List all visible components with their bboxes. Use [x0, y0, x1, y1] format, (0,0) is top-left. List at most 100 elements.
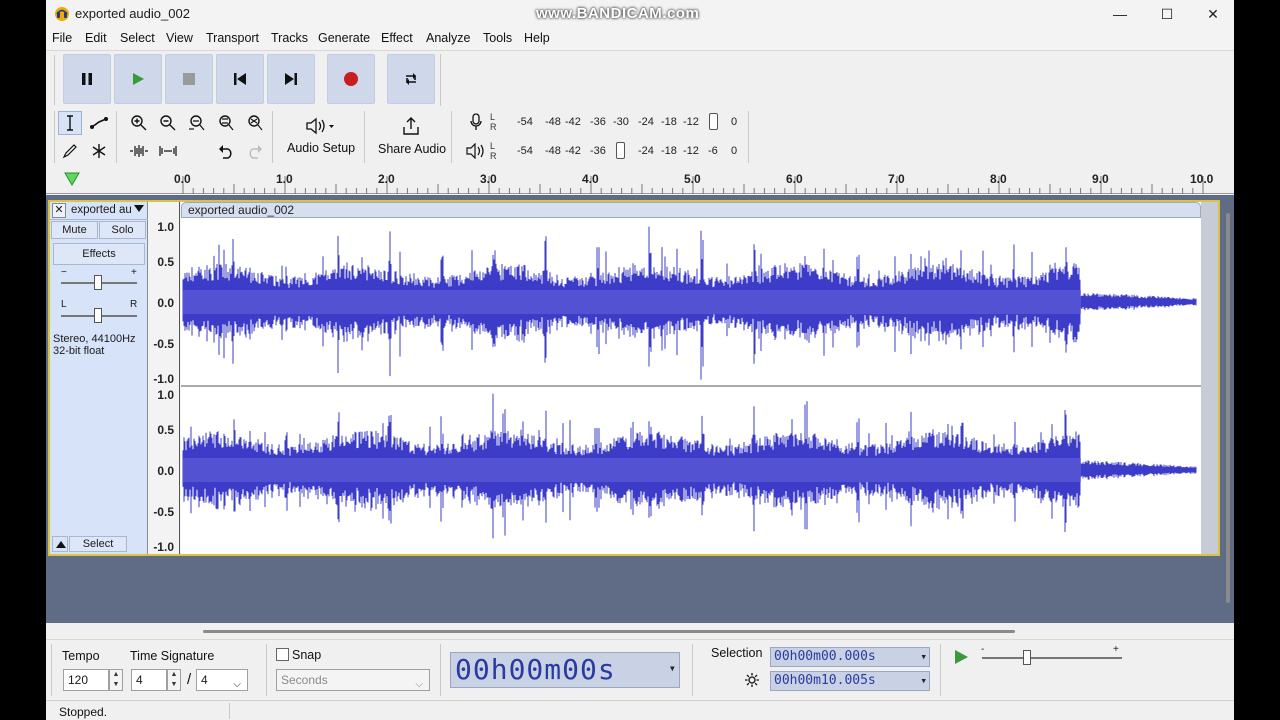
loop-button[interactable] [387, 54, 435, 104]
collapse-track-button[interactable] [52, 536, 68, 552]
menu-select[interactable]: Select [120, 31, 155, 45]
numerator-stepper[interactable]: ▲ ▼ [167, 669, 181, 691]
waveform-rms [183, 290, 1081, 314]
skip-to-start-button[interactable] [216, 54, 264, 104]
fit-selection-button[interactable] [185, 111, 209, 135]
time-display[interactable]: 00h00m00s ▾ [450, 652, 680, 688]
waveform-area[interactable]: exported audio_002 [181, 202, 1218, 554]
tempo-input[interactable]: 120 [63, 669, 109, 691]
menu-tracks[interactable]: Tracks [271, 31, 308, 45]
undo-button[interactable] [214, 139, 238, 163]
redo-button[interactable] [243, 139, 267, 163]
snap-checkbox[interactable] [276, 648, 289, 661]
solo-label: Solo [111, 224, 134, 236]
horizontal-scrollbar[interactable] [46, 623, 1234, 639]
time-signature-denominator[interactable]: 4 ⌵ [196, 669, 248, 691]
close-button[interactable]: ✕ [1190, 0, 1234, 28]
play-head-icon [64, 172, 80, 186]
gain-minus-label: − [61, 267, 67, 278]
chevron-down-icon: ▾ [920, 650, 927, 663]
skip-to-end-button[interactable] [267, 54, 315, 104]
record-meter-thumb[interactable] [709, 113, 718, 130]
ruler-label: 7.0 [888, 172, 905, 186]
tempo-stepper[interactable]: ▲ ▼ [109, 669, 123, 691]
time-signature-numerator[interactable]: 4 [131, 669, 167, 691]
effects-button[interactable]: Effects [53, 243, 145, 265]
zoom-selection-icon [189, 115, 205, 131]
silence-audio-button[interactable] [156, 139, 180, 163]
selection-end-time[interactable]: 00h00m10.005s ▾ [770, 671, 930, 691]
settings-gear-icon[interactable] [744, 672, 760, 688]
menu-generate[interactable]: Generate [318, 31, 370, 45]
playback-speed-slider-track[interactable] [982, 657, 1122, 659]
vertical-scale[interactable]: 1.0 0.5 0.0 -0.5 -1.0 1.0 0.5 0.0 -0.5 -… [148, 202, 180, 554]
loop-icon [406, 73, 416, 85]
ruler-label: 4.0 [582, 172, 599, 186]
ruler-label: 3.0 [480, 172, 497, 186]
clip-title-bar[interactable]: exported audio_002 [181, 202, 1201, 218]
menu-effect[interactable]: Effect [381, 31, 413, 45]
tempo-label: Tempo [62, 649, 100, 663]
record-meter-button[interactable] [464, 110, 488, 134]
menu-edit[interactable]: Edit [85, 31, 107, 45]
separator [229, 703, 230, 719]
separator [748, 111, 749, 163]
envelope-tool[interactable] [87, 111, 111, 135]
zoom-toggle-button[interactable] [243, 111, 267, 135]
menu-tools[interactable]: Tools [483, 31, 512, 45]
separator [940, 644, 941, 696]
select-track-button[interactable]: Select [69, 536, 127, 552]
track-menu-chevron-icon[interactable] [134, 205, 144, 212]
pause-button[interactable] [63, 54, 111, 104]
playback-speed-slider-thumb[interactable] [1023, 650, 1031, 665]
snap-unit-select[interactable]: Seconds ⌵ [276, 669, 430, 691]
vertical-scrollbar[interactable] [1226, 213, 1230, 603]
solo-button[interactable]: Solo [99, 221, 146, 239]
audio-track[interactable]: ✕ exported au Mute Solo Effects − + L R … [48, 200, 1220, 556]
close-track-button[interactable]: ✕ [52, 203, 66, 218]
play-button[interactable] [114, 54, 162, 104]
zoom-out-button[interactable] [156, 111, 180, 135]
ts-slash: / [187, 671, 192, 688]
audio-setup-button[interactable] [300, 114, 340, 138]
menu-file[interactable]: File [52, 31, 72, 45]
toolbar-grip[interactable] [54, 111, 55, 163]
track-info-format: Stereo, 44100Hz [53, 333, 136, 345]
zoom-in-button[interactable] [127, 111, 151, 135]
pan-slider-thumb[interactable] [94, 308, 102, 323]
stop-button[interactable] [165, 54, 213, 104]
maximize-button[interactable]: ☐ [1144, 0, 1190, 28]
bottom-toolbar: Tempo 120 ▲ ▼ Time Signature 4 ▲ ▼ / 4 ⌵ Sn… [46, 639, 1234, 699]
menu-analyze[interactable]: Analyze [426, 31, 470, 45]
separator [451, 111, 452, 163]
share-audio-button[interactable] [399, 114, 423, 138]
draw-tool[interactable] [58, 139, 82, 163]
horizontal-scrollbar-thumb[interactable] [203, 630, 1015, 633]
multi-tool[interactable] [87, 139, 111, 163]
timeline-ruler[interactable]: 0.0 1.0 2.0 3.0 4.0 5.0 6.0 7.0 8.0 9.0 … [46, 166, 1234, 194]
fit-project-button[interactable] [214, 111, 238, 135]
toolbar-grip[interactable] [54, 55, 55, 105]
record-meter[interactable]: L R -54 -48 -42 -36 -30 -24 -18 -12 0 [490, 111, 744, 133]
gain-slider-thumb[interactable] [94, 275, 102, 290]
pause-icon [82, 73, 92, 85]
playback-meter-button[interactable] [464, 139, 488, 163]
record-button[interactable] [327, 54, 375, 104]
select-label: Select [82, 538, 114, 550]
playback-meter-thumb[interactable] [616, 142, 625, 159]
ruler-ticks [64, 172, 1204, 194]
playback-meter[interactable]: L R -54 -48 -42 -36 -24 -18 -12 -6 0 [490, 140, 744, 162]
chevron-down-icon: ⌵ [415, 679, 423, 690]
track-name[interactable]: exported au [71, 204, 132, 216]
i-beam-icon [67, 115, 73, 131]
selection-tool[interactable] [58, 111, 82, 135]
play-at-speed-icon[interactable] [952, 648, 970, 666]
menu-transport[interactable]: Transport [206, 31, 259, 45]
menu-view[interactable]: View [166, 31, 193, 45]
selection-start-time[interactable]: 00h00m00.000s ▾ [770, 647, 930, 667]
minimize-button[interactable]: — [1097, 0, 1143, 28]
menu-help[interactable]: Help [524, 31, 550, 45]
trim-audio-button[interactable] [127, 139, 151, 163]
toolbar-grip[interactable] [51, 644, 52, 696]
mute-button[interactable]: Mute [51, 221, 98, 239]
